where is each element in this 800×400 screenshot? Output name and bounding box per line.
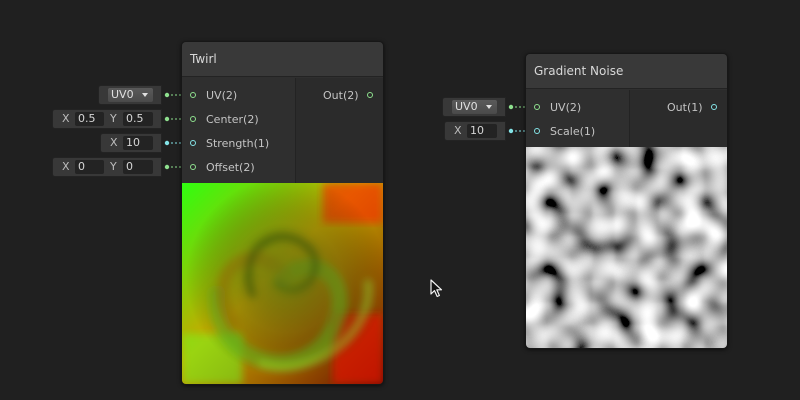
center-y-input[interactable]: 0.5 [123, 112, 153, 126]
port-circle-icon[interactable] [367, 92, 373, 98]
port-circle-icon[interactable] [190, 116, 196, 122]
strength-axis-label: X [110, 136, 118, 149]
chevron-down-icon [486, 105, 492, 109]
twirl-uv-dropdown-value: UV0 [111, 88, 134, 101]
twirl-strength-port[interactable]: Strength(1) [182, 137, 295, 151]
gradient-noise-node-ports: UV(2) Scale(1) Out(1) [526, 90, 727, 147]
twirl-uv-port-label: UV(2) [206, 89, 238, 102]
noise-uv-connection-dot [508, 104, 514, 110]
center-x-axis-label: X [62, 112, 70, 125]
noise-out-port[interactable]: Out(1) [630, 101, 726, 115]
twirl-uv-connection-dot [164, 92, 170, 98]
noise-uv-dropdown-value: UV0 [455, 100, 478, 113]
twirl-out-port[interactable]: Out(2) [296, 89, 382, 103]
chevron-down-icon [142, 93, 148, 97]
noise-uv-port-label: UV(2) [550, 101, 582, 114]
twirl-strength-port-label: Strength(1) [206, 137, 270, 150]
twirl-uv-port[interactable]: UV(2) [182, 89, 295, 103]
gradient-noise-preview-image [526, 147, 727, 348]
twirl-node[interactable]: Twirl UV(2) Center(2) Strength(1) Offset… [181, 41, 384, 385]
twirl-center-port[interactable]: Center(2) [182, 113, 295, 127]
center-y-axis-label: Y [110, 112, 117, 125]
offset-x-axis-label: X [62, 160, 70, 173]
twirl-offset-field: X 0 Y 0 [52, 157, 162, 177]
twirl-center-connection-dot [164, 116, 170, 122]
noise-out-port-label: Out(1) [667, 101, 703, 114]
port-circle-icon[interactable] [534, 104, 540, 110]
port-circle-icon[interactable] [190, 92, 196, 98]
noise-uv-dropdown[interactable]: UV0 [452, 100, 497, 114]
twirl-offset-port-label: Offset(2) [206, 161, 255, 174]
offset-y-axis-label: Y [110, 160, 117, 173]
offset-y-input[interactable]: 0 [123, 160, 153, 174]
noise-uv-port[interactable]: UV(2) [526, 101, 629, 115]
strength-input[interactable]: 10 [123, 136, 153, 150]
twirl-center-field: X 0.5 Y 0.5 [52, 109, 162, 129]
twirl-inputs-column: UV(2) Center(2) Strength(1) Offset(2) [182, 78, 296, 183]
twirl-preview [182, 183, 383, 384]
twirl-offset-port[interactable]: Offset(2) [182, 161, 295, 175]
port-circle-icon[interactable] [190, 164, 196, 170]
scale-input[interactable]: 10 [467, 124, 497, 138]
twirl-strength-connection-dot [164, 140, 170, 146]
noise-scale-port[interactable]: Scale(1) [526, 125, 629, 139]
twirl-strength-field: X 10 [100, 133, 162, 153]
twirl-uv-dropdown[interactable]: UV0 [108, 88, 153, 102]
gradient-noise-node[interactable]: Gradient Noise UV(2) Scale(1) Out(1) [525, 53, 728, 349]
noise-scale-connection-dot [508, 128, 514, 134]
port-circle-icon[interactable] [534, 128, 540, 134]
twirl-node-title[interactable]: Twirl [182, 42, 383, 77]
gradient-noise-inputs-column: UV(2) Scale(1) [526, 90, 630, 147]
noise-scale-port-label: Scale(1) [550, 125, 596, 138]
port-circle-icon[interactable] [190, 140, 196, 146]
noise-uv-field: UV0 [442, 97, 506, 117]
mouse-pointer-icon [430, 279, 443, 298]
twirl-center-port-label: Center(2) [206, 113, 259, 126]
offset-x-input[interactable]: 0 [75, 160, 104, 174]
noise-scale-field: X 10 [444, 121, 506, 141]
twirl-preview-image [182, 183, 383, 384]
twirl-out-port-label: Out(2) [323, 89, 359, 102]
twirl-uv-field: UV0 [98, 85, 162, 105]
gradient-noise-node-title[interactable]: Gradient Noise [526, 54, 727, 89]
center-x-input[interactable]: 0.5 [75, 112, 104, 126]
twirl-node-ports: UV(2) Center(2) Strength(1) Offset(2) Ou… [182, 78, 383, 183]
twirl-offset-connection-dot [164, 164, 170, 170]
port-circle-icon[interactable] [711, 104, 717, 110]
scale-axis-label: X [454, 124, 462, 137]
gradient-noise-preview [526, 147, 727, 348]
